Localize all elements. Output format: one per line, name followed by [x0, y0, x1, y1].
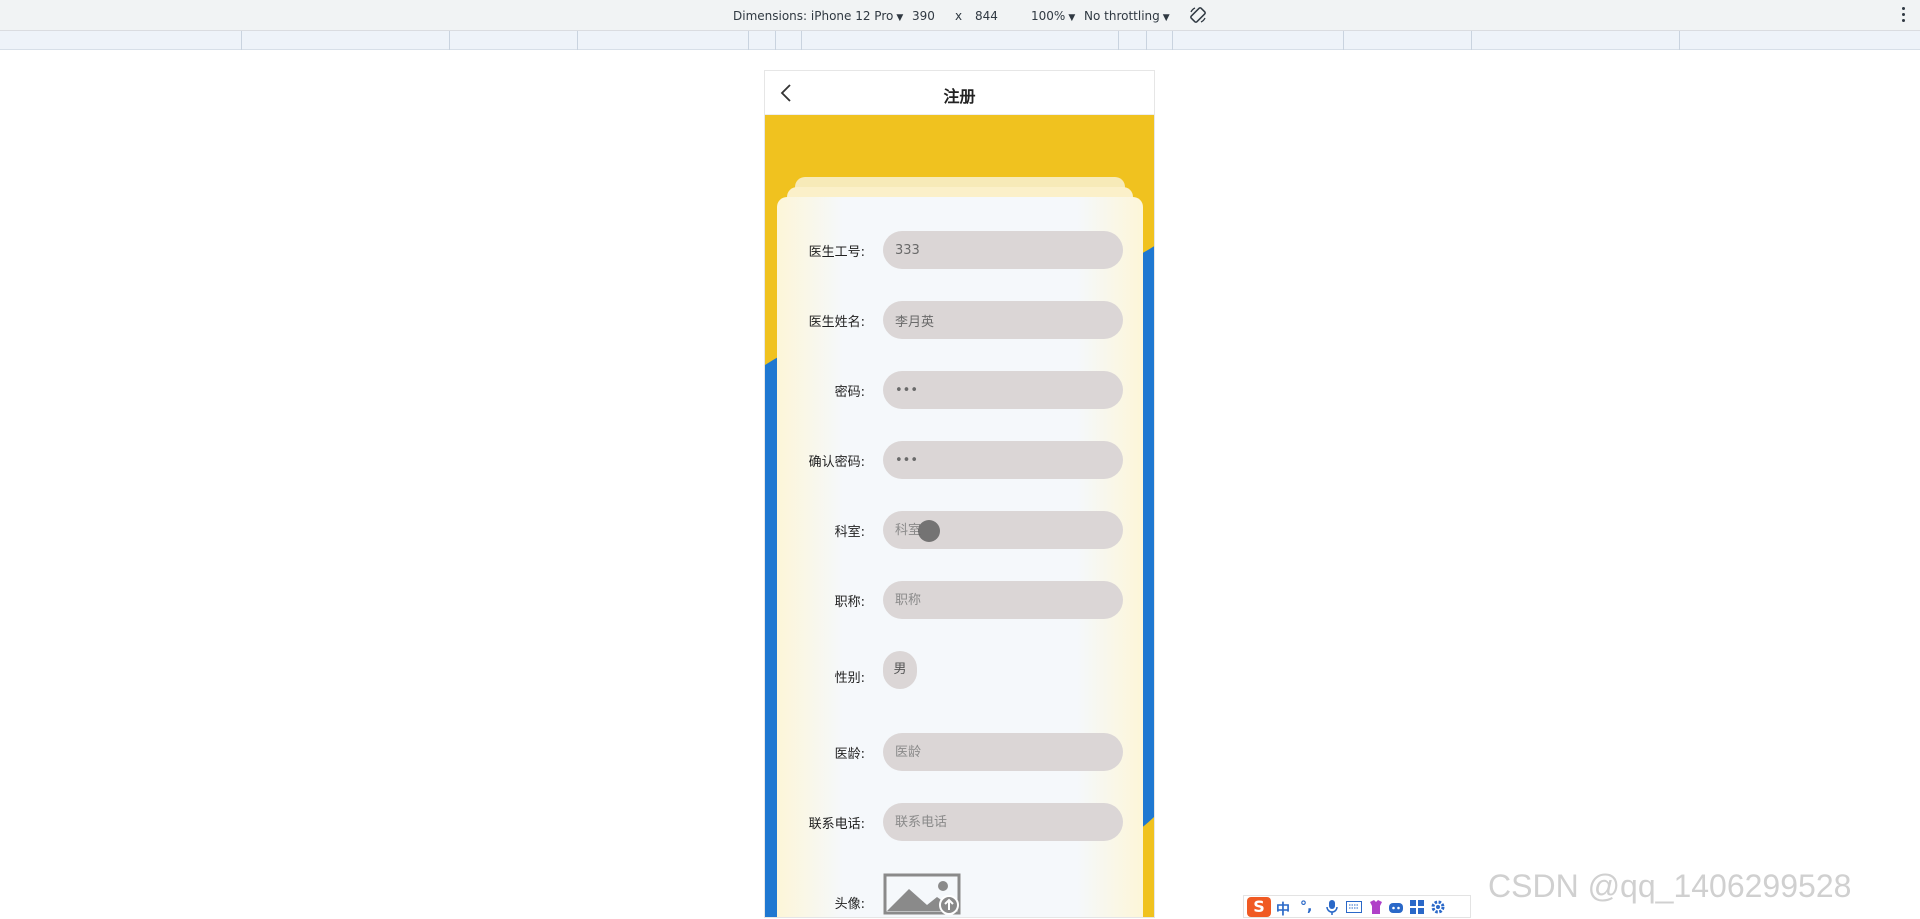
csdn-watermark: CSDN @qq_1406299528: [1488, 868, 1852, 904]
form-row-doctor-name: 医生姓名:: [777, 301, 1143, 339]
times-sign: x: [955, 9, 963, 23]
devtools-toolbar: Dimensions: iPhone 12 Pro ▼ 390 x 844 100…: [0, 0, 1920, 31]
touch-cursor-indicator: [918, 520, 940, 542]
confirm-password-input[interactable]: [883, 441, 1123, 479]
password-input[interactable]: [883, 371, 1123, 409]
microphone-icon[interactable]: [1326, 900, 1338, 915]
more-options-icon[interactable]: [1902, 7, 1906, 23]
form-row-password: 密码:: [777, 371, 1143, 409]
throttling-select[interactable]: No throttling ▼: [1084, 9, 1170, 23]
caret-down-icon: ▼: [1068, 13, 1076, 23]
field-label: 确认密码:: [808, 455, 865, 470]
gender-picker[interactable]: 男: [883, 651, 917, 689]
field-label: 性别:: [834, 671, 865, 686]
ime-logo[interactable]: S: [1247, 897, 1271, 917]
throttling-label: No throttling: [1084, 9, 1160, 23]
settings-gear-icon[interactable]: [1430, 899, 1446, 915]
field-label: 头像:: [834, 897, 865, 912]
field-label: 密码:: [834, 385, 865, 400]
doctor-name-input[interactable]: [883, 301, 1123, 339]
media-query-ruler: [0, 31, 1920, 50]
seniority-input[interactable]: [883, 733, 1123, 771]
form-row-gender: 性别: 男: [777, 651, 1143, 695]
field-label: 科室:: [834, 525, 865, 540]
zoom-label: 100%: [1031, 9, 1066, 23]
field-label: 职称:: [834, 595, 865, 610]
rotate-icon[interactable]: [1188, 5, 1208, 25]
height-input[interactable]: 844: [975, 9, 998, 23]
field-label: 医生姓名:: [808, 315, 865, 330]
form-row-title: 职称:: [777, 581, 1143, 619]
assistant-icon[interactable]: [1388, 900, 1404, 914]
ime-mode[interactable]: 中: [1276, 899, 1290, 919]
form-row-doctor-id: 医生工号:: [777, 231, 1143, 269]
form-row-phone: 联系电话:: [777, 803, 1143, 841]
field-label: 联系电话:: [808, 817, 865, 832]
ime-toolbar: S 中 °,: [1243, 895, 1471, 918]
device-label: Dimensions: iPhone 12 Pro: [733, 9, 894, 23]
job-title-input[interactable]: [883, 581, 1123, 619]
keyboard-icon[interactable]: [1346, 901, 1362, 913]
field-label: 医龄:: [834, 747, 865, 762]
skin-icon[interactable]: [1368, 899, 1384, 915]
image-upload-icon[interactable]: [883, 873, 961, 915]
nav-bar: 注册: [765, 71, 1154, 115]
doctor-id-input[interactable]: [883, 231, 1123, 269]
form-row-confirm-password: 确认密码:: [777, 441, 1143, 479]
phone-input[interactable]: [883, 803, 1123, 841]
form-row-department: 科室:: [777, 511, 1143, 549]
zoom-select[interactable]: 100% ▼: [1031, 9, 1075, 23]
device-select[interactable]: Dimensions: iPhone 12 Pro ▼: [733, 9, 903, 23]
form-row-avatar: 头像:: [777, 873, 1143, 917]
width-input[interactable]: 390: [912, 9, 935, 23]
device-viewport: 注册 医生工号: 医生姓名: 密码: 确认密码: 科室: 职称:: [764, 70, 1155, 918]
register-form: 医生工号: 医生姓名: 密码: 确认密码: 科室: 职称: 性别: 男 医龄:: [777, 197, 1143, 917]
field-label: 医生工号:: [808, 245, 865, 260]
caret-down-icon: ▼: [1162, 13, 1170, 23]
ime-punct[interactable]: °,: [1300, 899, 1312, 915]
page-title: 注册: [943, 87, 976, 106]
caret-down-icon: ▼: [896, 13, 904, 23]
form-row-seniority: 医龄:: [777, 733, 1143, 771]
toolbox-grid-icon[interactable]: [1410, 900, 1424, 914]
